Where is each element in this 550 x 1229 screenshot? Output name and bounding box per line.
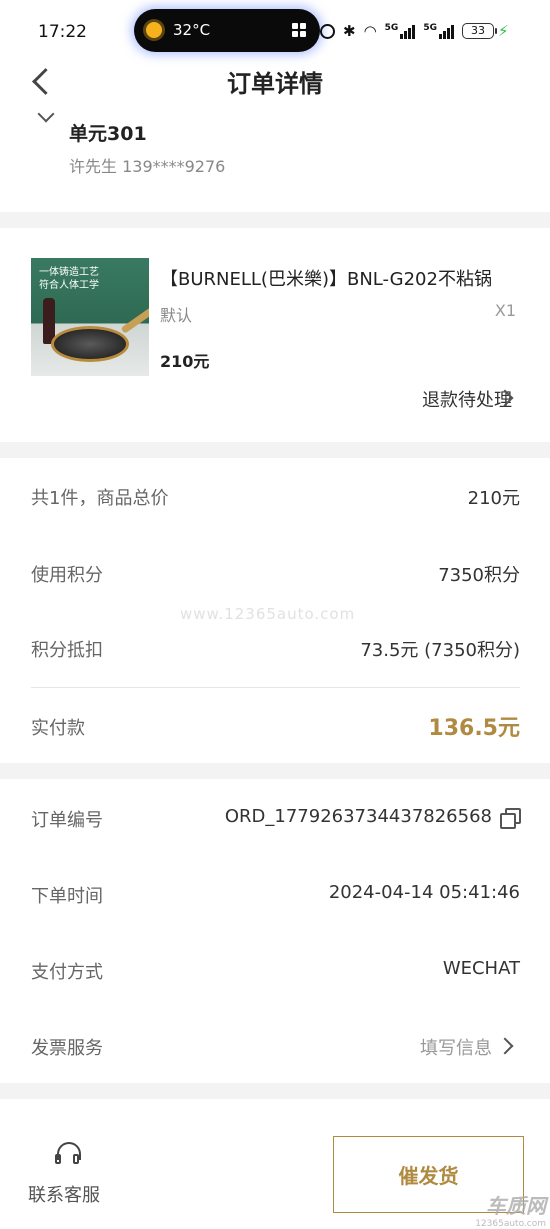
headset-icon[interactable] [55,1140,83,1168]
order-no-value: ORD_1779263734437826568 [224,806,492,827]
points-used-value: 7350积分 [438,565,520,586]
customer-service-button[interactable]: 联系客服 [28,1181,100,1207]
product-image-text: 一体铸造工艺 [39,267,99,278]
chevron-right-icon[interactable] [496,1037,514,1055]
invoice-link[interactable]: 填写信息 [420,1034,492,1060]
pay-method-label: 支付方式 [31,962,103,983]
wifi-icon: ◠ [363,22,377,40]
corner-watermark: 车质网 12365auto.com [475,1190,546,1229]
widget-grid-icon [292,23,306,37]
order-time-value: 2024-04-14 05:41:46 [328,882,520,903]
signal-label: 5G [384,23,399,33]
address-unit: 单元301 [69,123,147,145]
paid-value: 136.5元 [428,716,520,741]
product-spec: 默认 [160,306,193,325]
order-no-label: 订单编号 [31,810,103,831]
sun-icon [146,22,162,38]
pay-method-value: WECHAT [442,958,520,979]
section-divider [0,763,550,779]
total-value: 210元 [467,488,520,509]
invoice-label: 发票服务 [31,1038,103,1059]
section-divider [0,1083,550,1099]
watermark: www.12365auto.com [180,605,356,623]
status-icons: ✱ ◠ 5G 5G 33 ⚡ [320,20,509,42]
chevron-down-icon[interactable] [37,110,55,124]
bluetooth-icon: ✱ [343,22,356,40]
corner-watermark-title: 车质网 [486,1194,546,1218]
address-contact: 许先生 139****9276 [69,157,226,176]
alarm-icon [320,23,335,39]
status-bar: 17:22 32°C ✱ ◠ 5G 5G 33 ⚡ [0,0,550,62]
signal-icon: 5G [385,23,416,39]
points-deduct-value: 73.5元 (7350积分) [360,640,520,661]
section-divider [0,212,550,228]
signal-label: 5G [423,23,437,33]
battery-icon: 33 [461,23,497,39]
order-time-label: 下单时间 [31,886,103,907]
copy-icon[interactable] [500,808,521,829]
points-used-label: 使用积分 [31,565,103,586]
total-label: 共1件，商品总价 [31,488,169,509]
product-quantity: X1 [494,301,516,320]
product-name[interactable]: 【BURNELL(巴米樂)】BNL-G202不粘锅 [160,265,516,291]
corner-watermark-url: 12365auto.com [475,1219,546,1229]
points-deduct-label: 积分抵扣 [31,640,103,661]
paid-label: 实付款 [31,718,85,739]
section-divider [0,442,550,458]
divider [31,687,520,688]
product-price: 210元 [160,352,210,371]
product-image[interactable]: 一体铸造工艺 符合人体工学 [31,258,149,376]
status-time: 17:22 [38,22,87,42]
product-image-text: 符合人体工学 [39,280,99,291]
status-temperature: 32°C [173,21,211,39]
charging-icon: ⚡ [497,22,509,40]
signal-icon: 5G [423,23,454,39]
page-title: 订单详情 [227,70,323,98]
